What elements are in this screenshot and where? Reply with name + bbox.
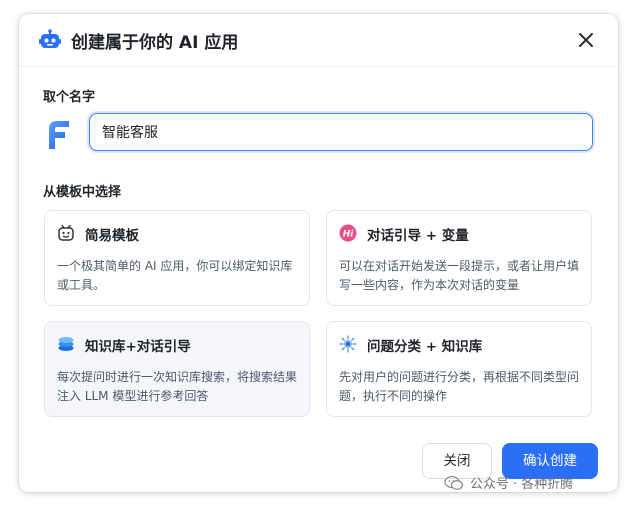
template-description: 每次提问时进行一次知识库搜索，将搜索结果注入 LLM 模型进行参考回答: [57, 370, 298, 403]
watermark-author: 各种折腾: [521, 477, 574, 492]
template-title: 问题分类 + 知识库: [367, 339, 483, 355]
close-icon[interactable]: [576, 30, 596, 50]
template-description: 先对用户的问题进行分类，再根据不同类型问题，执行不同的操作: [339, 370, 580, 403]
database-stack-icon: [58, 337, 74, 351]
template-section-label: 从模板中选择: [43, 185, 122, 200]
hi-chat-icon: Hi: [339, 224, 357, 242]
wechat-icon: [444, 475, 464, 490]
template-description: 一个极其简单的 AI 应用，你可以绑定知识库或工具。: [57, 259, 293, 292]
watermark: 公众号 · 各种折腾: [444, 473, 573, 495]
template-card-knowledge-chat-guide[interactable]: 知识库+对话引导 每次提问时进行一次知识库搜索，将搜索结果注入 LLM 模型进行…: [44, 321, 310, 417]
watermark-separator: ·: [513, 477, 518, 492]
create-app-dialog: 创建属于你的 AI 应用 取个名字 从模板中选择 简易模板 一个极其简单的 AI…: [19, 14, 618, 492]
template-title: 对话引导 + 变量: [367, 228, 469, 244]
robot-icon: [39, 29, 61, 48]
sparkle-network-icon: [339, 335, 357, 353]
dialog-title: 创建属于你的 AI 应用: [71, 33, 239, 53]
template-title: 知识库+对话引导: [85, 339, 191, 355]
svg-text:Hi: Hi: [343, 229, 355, 239]
template-description: 可以在对话开始发送一段提示，或者让用户填写一些内容，作为本次对话的变量: [339, 259, 580, 292]
watermark-platform: 公众号: [470, 477, 510, 492]
app-name-input[interactable]: [89, 113, 593, 151]
robot-face-icon: [58, 224, 74, 241]
app-avatar-icon[interactable]: [45, 117, 73, 151]
template-card-simple[interactable]: 简易模板 一个极其简单的 AI 应用，你可以绑定知识库或工具。: [44, 210, 310, 306]
name-section-label: 取个名字: [43, 90, 96, 105]
template-card-chat-guide-variables[interactable]: Hi 对话引导 + 变量 可以在对话开始发送一段提示，或者让用户填写一些内容，作…: [326, 210, 592, 306]
template-title: 简易模板: [85, 228, 139, 244]
dialog-header: 创建属于你的 AI 应用: [19, 14, 618, 67]
template-card-question-classify-knowledge[interactable]: 问题分类 + 知识库 先对用户的问题进行分类，再根据不同类型问题，执行不同的操作: [326, 321, 592, 417]
